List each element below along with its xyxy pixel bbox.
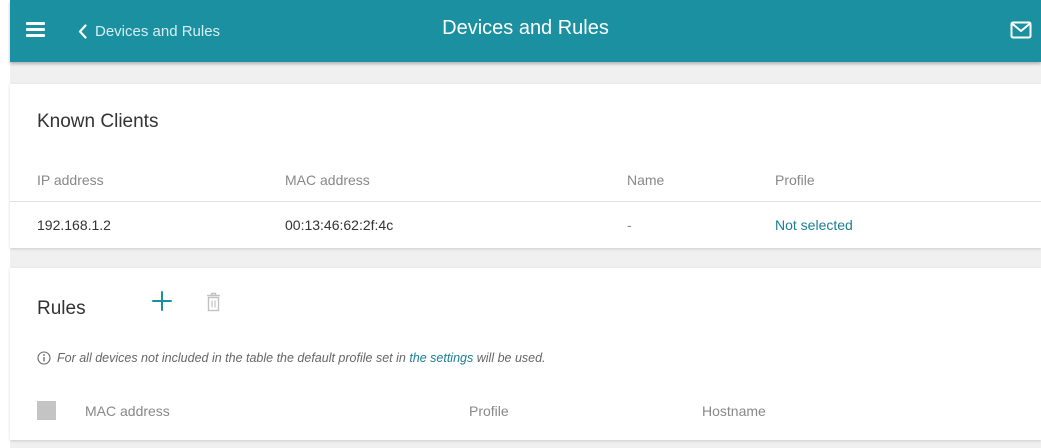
delete-rule-button[interactable] (206, 292, 221, 317)
info-text-suffix: will be used. (476, 351, 546, 365)
hamburger-icon[interactable] (26, 22, 45, 38)
profile-link[interactable]: Not selected (775, 217, 853, 233)
add-rule-button[interactable] (151, 290, 173, 317)
trash-icon (207, 292, 220, 312)
select-all-checkbox[interactable] (37, 401, 56, 420)
column-header-hostname: Hostname (702, 403, 766, 419)
rules-title: Rules (37, 298, 86, 319)
plus-icon (152, 291, 172, 311)
info-text-prefix: For all devices not included in the tabl… (57, 351, 406, 365)
chevron-left-icon (78, 23, 87, 39)
top-bar: Devices and Rules Devices and Rules (10, 0, 1041, 62)
info-note: For all devices not included in the tabl… (37, 351, 546, 365)
column-header-profile: Profile (775, 172, 815, 188)
cell-name: - (627, 217, 632, 233)
back-button[interactable]: Devices and Rules (78, 18, 220, 44)
column-header-mac: MAC address (285, 172, 370, 188)
cell-mac: 00:13:46:62:2f:4c (285, 217, 394, 233)
known-clients-card: Known Clients IP address MAC address Nam… (10, 84, 1041, 248)
back-label: Devices and Rules (95, 22, 221, 40)
page-title: Devices and Rules (442, 17, 609, 39)
info-icon (37, 351, 51, 365)
cell-ip: 192.168.1.2 (37, 217, 111, 233)
app-frame: Devices and Rules Devices and Rules Know… (10, 0, 1041, 448)
mail-icon[interactable] (1010, 21, 1032, 44)
rules-card: Rules For all devices not included in th… (10, 268, 1041, 440)
column-header-profile: Profile (469, 403, 509, 419)
known-clients-title: Known Clients (37, 111, 159, 132)
settings-link[interactable]: the settings (409, 351, 473, 365)
column-header-ip: IP address (37, 172, 104, 188)
column-header-mac: MAC address (85, 403, 170, 419)
column-header-name: Name (627, 172, 665, 188)
divider (10, 201, 1041, 202)
